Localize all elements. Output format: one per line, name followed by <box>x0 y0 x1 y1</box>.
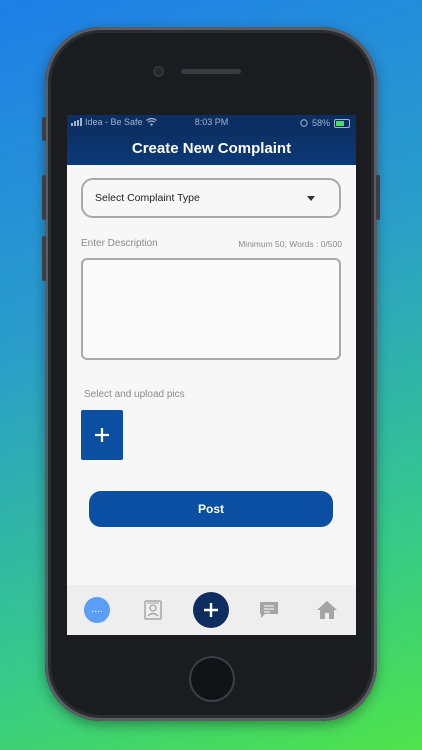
complaint-type-select[interactable]: Select Complaint Type <box>81 178 341 218</box>
volume-up-button <box>42 175 46 220</box>
status-right: 58% <box>300 118 350 128</box>
more-icon: .... <box>84 597 110 623</box>
profile-card-icon <box>144 600 162 620</box>
volume-down-button <box>42 236 46 281</box>
tab-new-complaint[interactable] <box>192 585 230 635</box>
earpiece-speaker <box>181 69 241 74</box>
page-title: Create New Complaint <box>131 139 292 157</box>
plus-icon <box>204 603 218 617</box>
tab-chat[interactable] <box>257 585 281 635</box>
status-bar: Idea - Be Safe 8:03 PM 58% <box>67 115 356 131</box>
description-label: Enter Description <box>81 238 158 249</box>
front-camera <box>153 66 164 77</box>
battery-icon <box>334 118 350 128</box>
add-icon <box>193 592 229 628</box>
more-glyph: .... <box>91 604 103 615</box>
complaint-type-placeholder: Select Complaint Type <box>95 192 200 204</box>
add-photo-button[interactable] <box>81 410 123 460</box>
post-button[interactable]: Post <box>89 491 333 527</box>
home-icon <box>317 601 337 619</box>
description-input[interactable] <box>81 258 341 360</box>
app-screen: Idea - Be Safe 8:03 PM 58% Create New Co… <box>67 115 356 635</box>
orientation-lock-icon <box>300 119 308 127</box>
upload-label: Select and upload pics <box>84 389 185 400</box>
tab-home[interactable] <box>315 585 339 635</box>
bottom-tab-bar: .... <box>67 585 356 635</box>
tab-more[interactable]: .... <box>83 585 111 635</box>
description-word-counter: Minimum 50, Words : 0/500 <box>238 239 342 249</box>
plus-icon <box>95 428 109 442</box>
mute-switch <box>42 117 46 141</box>
battery-percent: 58% <box>311 118 330 128</box>
home-button[interactable] <box>189 656 235 702</box>
chevron-down-icon <box>307 196 315 201</box>
power-button <box>376 175 380 220</box>
app-header: Create New Complaint <box>67 131 356 165</box>
tab-profile[interactable] <box>141 585 165 635</box>
chat-icon <box>260 602 278 618</box>
